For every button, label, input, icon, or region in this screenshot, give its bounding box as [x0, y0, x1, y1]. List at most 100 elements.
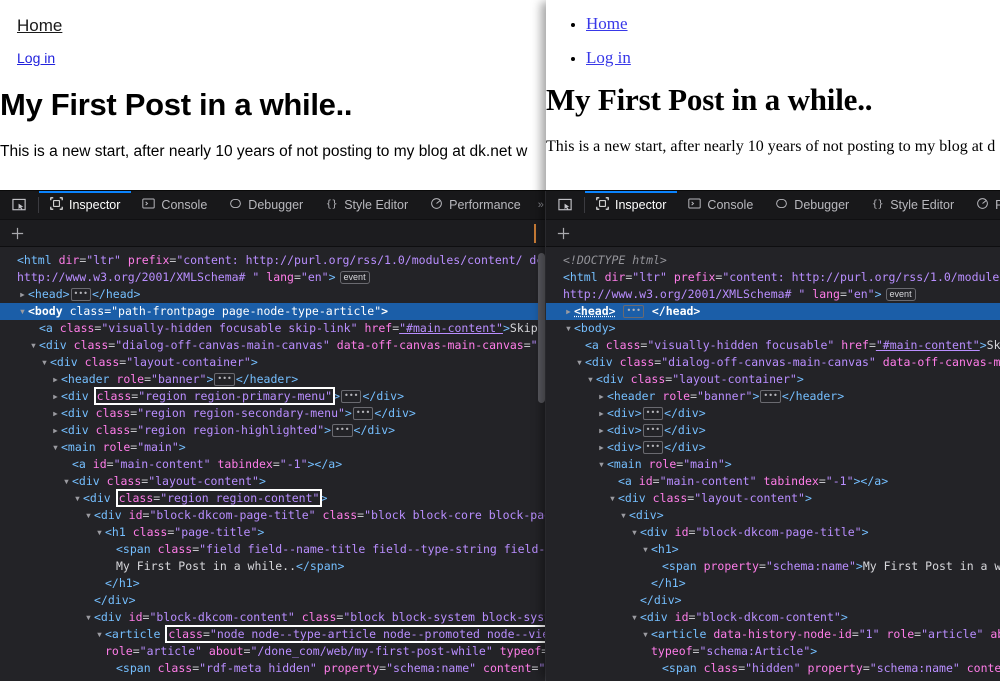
markup-tree-row[interactable]: <div id="block-dkcom-page-title" class="… — [0, 507, 546, 524]
markup-tree-row[interactable]: <article class="node node--type-article … — [0, 625, 546, 643]
twisty-expanded-icon[interactable] — [94, 524, 105, 541]
markup-tree-row[interactable]: <span class="hidden" property="schema:na… — [546, 660, 1000, 677]
twisty-expanded-icon[interactable] — [585, 371, 596, 388]
twisty-expanded-icon[interactable] — [629, 524, 640, 541]
markup-tree-row[interactable]: <div> — [546, 507, 1000, 524]
markup-tree-row[interactable]: <html dir="ltr" prefix="content: http://… — [546, 269, 1000, 286]
twisty-expanded-icon[interactable] — [629, 609, 640, 626]
markup-tree-row[interactable]: <body> — [546, 320, 1000, 337]
twisty-collapsed-icon[interactable] — [596, 439, 607, 456]
markup-tree-row[interactable]: <span property="schema:name">My First Po… — [546, 558, 1000, 575]
add-node-button[interactable] — [546, 220, 580, 247]
markup-tree-row[interactable]: <div>•••</div> — [546, 439, 1000, 456]
markup-tree-row[interactable]: <div class="region region-highlighted">•… — [0, 422, 546, 439]
markup-tree-row[interactable]: <span class="field field--name-title fie… — [0, 541, 546, 558]
tab-performance[interactable]: P — [965, 191, 1000, 219]
markup-tree-row[interactable]: http://www.w3.org/2001/XMLSchema# " lang… — [546, 286, 1000, 303]
twisty-collapsed-icon[interactable] — [17, 286, 28, 303]
tab-style-editor[interactable]: {} Style Editor — [860, 191, 965, 219]
markup-tree-row[interactable]: <div id="block-dkcom-content"> — [546, 609, 1000, 626]
markup-tree-row[interactable]: </div> — [546, 592, 1000, 609]
tab-debugger[interactable]: Debugger — [764, 191, 860, 219]
markup-tree-left[interactable]: <html dir="ltr" prefix="content: http://… — [0, 247, 546, 680]
markup-tree-row[interactable]: <header role="banner">•••</header> — [0, 371, 546, 388]
markup-tree-row[interactable]: <div id="block-dkcom-content" class="blo… — [0, 609, 546, 626]
markup-tree-row[interactable]: <article data-history-node-id="1" role="… — [546, 626, 1000, 643]
markup-tree-row[interactable]: </h1> — [546, 575, 1000, 592]
markup-tree-row[interactable]: <a class="visually-hidden focusable skip… — [0, 320, 546, 337]
twisty-collapsed-icon[interactable] — [596, 388, 607, 405]
twisty-collapsed-icon[interactable] — [50, 405, 61, 422]
markup-tree-row[interactable]: <body class="path-frontpage page-node-ty… — [0, 303, 546, 320]
tab-performance[interactable]: Performance — [419, 191, 532, 219]
markup-tree-row[interactable]: <div id="block-dkcom-page-title"> — [546, 524, 1000, 541]
twisty-expanded-icon[interactable] — [50, 439, 61, 456]
markup-tree-row[interactable]: <h1> — [546, 541, 1000, 558]
markup-tree-row[interactable]: <head> ••• </head> — [546, 303, 1000, 320]
markup-tree-row[interactable]: <div class="layout-container"> — [546, 371, 1000, 388]
tab-inspector[interactable]: Inspector — [585, 191, 678, 219]
markup-tree-row[interactable]: typeof="schema:Article"> — [546, 643, 1000, 660]
twisty-collapsed-icon[interactable] — [596, 422, 607, 439]
twisty-expanded-icon[interactable] — [39, 354, 50, 371]
twisty-collapsed-icon[interactable] — [50, 371, 61, 388]
twisty-expanded-icon[interactable] — [61, 473, 72, 490]
markup-tree-row[interactable]: <a id="main-content" tabindex="-1"></a> — [546, 473, 1000, 490]
markup-tree-row[interactable]: <html dir="ltr" prefix="content: http://… — [0, 252, 546, 269]
markup-tree-row[interactable]: <div class="region region-primary-menu">… — [0, 387, 546, 405]
nav-link-login[interactable]: Log in — [17, 50, 55, 66]
markup-tree-row[interactable]: <h1 class="page-title"> — [0, 524, 546, 541]
markup-tree-row[interactable]: </div> — [0, 592, 546, 609]
markup-tree-row[interactable]: </h1> — [0, 575, 546, 592]
tab-console[interactable]: Console — [131, 191, 218, 219]
markup-tree-row[interactable]: role="article" about="/done_com/web/my-f… — [0, 643, 546, 660]
tab-console[interactable]: Console — [677, 191, 764, 219]
twisty-expanded-icon[interactable] — [640, 626, 651, 643]
markup-tree-row[interactable]: <div class="layout-content"> — [546, 490, 1000, 507]
twisty-expanded-icon[interactable] — [596, 456, 607, 473]
markup-tree-row[interactable]: <div class="dialog-off-canvas-main-canva… — [546, 354, 1000, 371]
markup-tree-row[interactable]: <div class="dialog-off-canvas-main-canva… — [0, 337, 546, 354]
twisty-collapsed-icon[interactable] — [50, 422, 61, 439]
twisty-expanded-icon[interactable] — [94, 626, 105, 643]
markup-tree-row[interactable]: http://www.w3.org/2001/XMLSchema# " lang… — [0, 269, 546, 286]
markup-tree-row[interactable]: <div>•••</div> — [546, 405, 1000, 422]
element-picker-icon[interactable] — [0, 191, 38, 219]
twisty-expanded-icon[interactable] — [17, 303, 28, 320]
twisty-expanded-icon[interactable] — [618, 507, 629, 524]
twisty-collapsed-icon[interactable] — [596, 405, 607, 422]
nav-link-login[interactable]: Log in — [586, 48, 631, 67]
tabs-overflow-icon[interactable]: » — [532, 199, 546, 211]
markup-tree-row[interactable]: <head>•••</head> — [0, 286, 546, 303]
add-node-button[interactable] — [0, 220, 34, 247]
markup-tree-row[interactable]: <div class="region region-content"> — [0, 489, 546, 507]
markup-tree-row[interactable]: <a class="visually-hidden focusable" hre… — [546, 337, 1000, 354]
tab-style-editor[interactable]: {} Style Editor — [314, 191, 419, 219]
markup-tree-row[interactable]: <main role="main"> — [0, 439, 546, 456]
nav-link-home[interactable]: Home — [17, 16, 62, 36]
markup-tree-row[interactable]: <div class="layout-content"> — [0, 473, 546, 490]
markup-tree-row[interactable]: <span class="hidden" property="schema:in… — [546, 677, 1000, 680]
twisty-expanded-icon[interactable] — [563, 320, 574, 337]
twisty-collapsed-icon[interactable] — [563, 303, 574, 320]
element-picker-icon[interactable] — [546, 191, 584, 219]
markup-tree-row[interactable]: <div>•••</div> — [546, 422, 1000, 439]
tab-debugger[interactable]: Debugger — [218, 191, 314, 219]
tab-inspector[interactable]: Inspector — [39, 191, 132, 219]
markup-tree-row[interactable]: <!DOCTYPE html> — [546, 252, 1000, 269]
twisty-expanded-icon[interactable] — [607, 490, 618, 507]
nav-link-home[interactable]: Home — [586, 14, 628, 33]
markup-tree-row[interactable]: <div class="layout-container"> — [0, 354, 546, 371]
twisty-collapsed-icon[interactable] — [50, 388, 61, 405]
twisty-expanded-icon[interactable] — [28, 337, 39, 354]
markup-tree-row[interactable]: <header role="banner">•••</header> — [546, 388, 1000, 405]
twisty-expanded-icon[interactable] — [83, 507, 94, 524]
markup-tree-row[interactable]: My First Post in a while..</span> — [0, 558, 546, 575]
markup-tree-right[interactable]: <!DOCTYPE html> <html dir="ltr" prefix="c… — [546, 247, 1000, 680]
markup-tree-row[interactable]: <span class="rdf-meta hidden" property="… — [0, 677, 546, 680]
twisty-expanded-icon[interactable] — [83, 609, 94, 626]
twisty-expanded-icon[interactable] — [640, 541, 651, 558]
twisty-expanded-icon[interactable] — [574, 354, 585, 371]
markup-tree-row[interactable]: <div class="region region-secondary-menu… — [0, 405, 546, 422]
markup-tree-row[interactable]: <main role="main"> — [546, 456, 1000, 473]
